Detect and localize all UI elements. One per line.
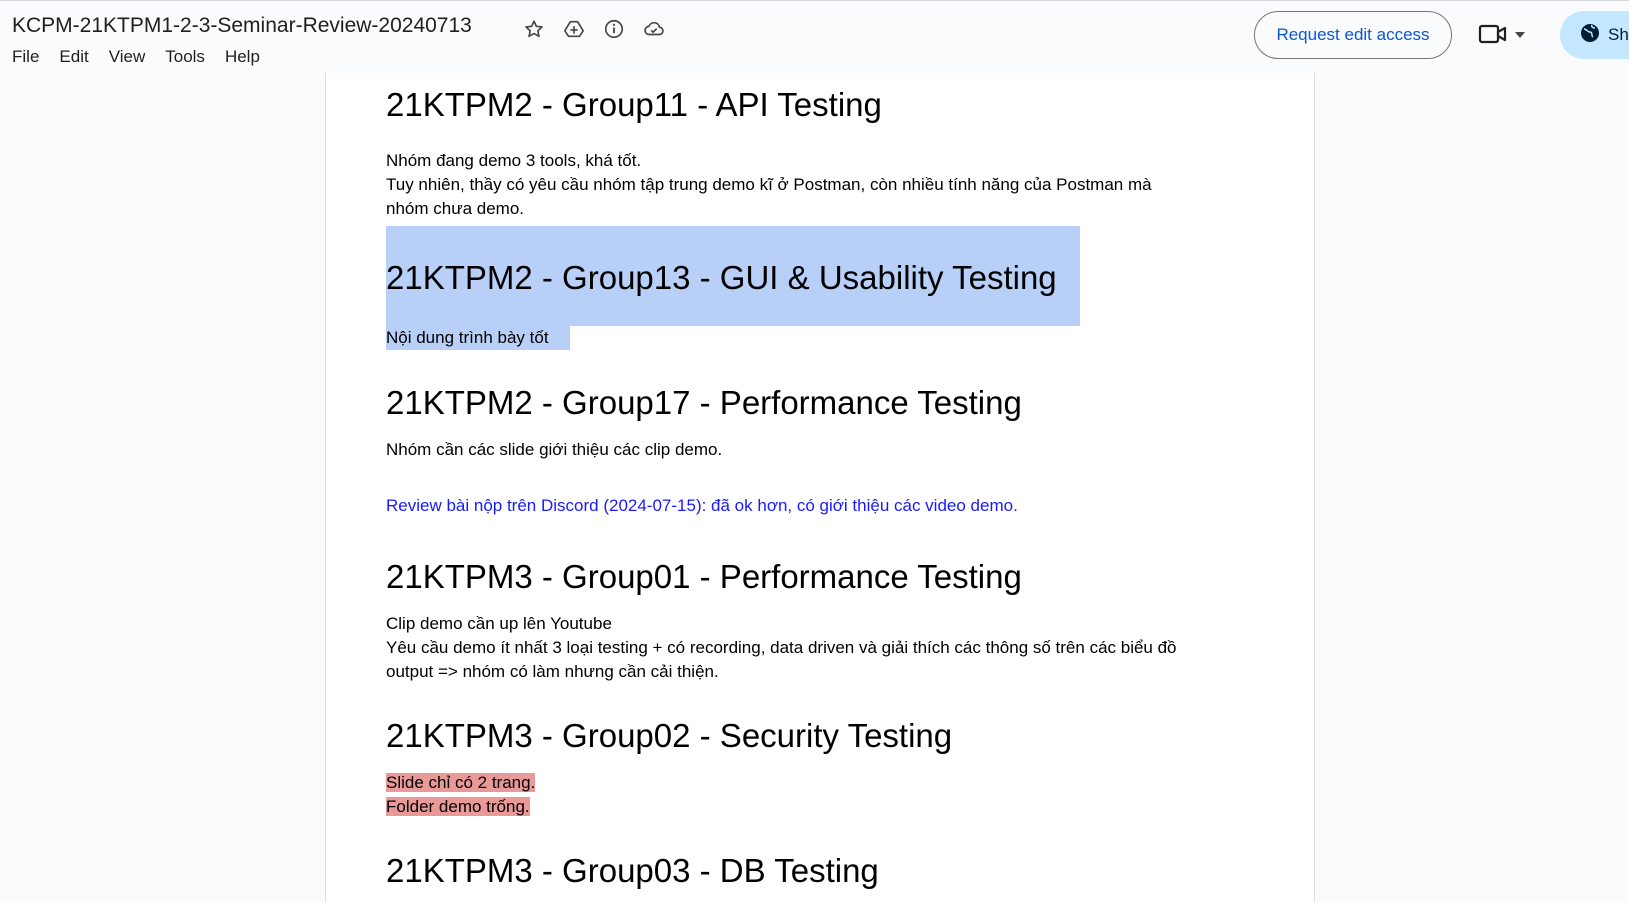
- paragraph-line: nhóm chưa demo.: [386, 199, 525, 218]
- chevron-down-icon: [1514, 27, 1526, 45]
- share-label: Sh: [1608, 25, 1629, 44]
- meet-button[interactable]: [1478, 19, 1538, 53]
- paragraph-line: Tuy nhiên, thầy có yêu cầu nhóm tập trun…: [386, 175, 1152, 194]
- paragraph-line: Folder demo trống.: [386, 795, 530, 819]
- paragraph-line: output => nhóm có làm nhưng cần cải thiệ…: [386, 662, 719, 681]
- request-edit-access-button[interactable]: Request edit access: [1254, 11, 1452, 59]
- cloud-saved-icon[interactable]: [638, 15, 670, 43]
- heading-group03: 21KTPM3 - Group03 - DB Testing: [386, 852, 879, 889]
- menu-view[interactable]: View: [109, 47, 156, 67]
- info-icon[interactable]: [598, 15, 630, 43]
- heading-group01: 21KTPM3 - Group01 - Performance Testing: [386, 558, 1022, 595]
- menu-edit[interactable]: Edit: [59, 47, 98, 67]
- document-page[interactable]: 21KTPM2 - Group11 - API Testing Nhóm đan…: [325, 73, 1315, 902]
- title-icons: [518, 15, 670, 43]
- star-icon[interactable]: [518, 15, 550, 43]
- paragraph-line: Nội dung trình bày tốt: [386, 328, 549, 347]
- move-to-drive-icon[interactable]: [558, 15, 590, 43]
- document-title[interactable]: KCPM-21KTPM1-2-3-Seminar-Review-20240713: [12, 14, 472, 38]
- red-highlight-text: Folder demo trống.: [386, 797, 530, 816]
- heading-group02: 21KTPM3 - Group02 - Security Testing: [386, 717, 953, 754]
- red-highlight-text: Slide chỉ có 2 trang.: [386, 773, 536, 792]
- menu-help[interactable]: Help: [225, 47, 270, 67]
- paragraph-line: Nhóm đang demo 3 tools, khá tốt.: [386, 151, 642, 170]
- video-camera-icon: [1478, 22, 1508, 51]
- paragraph-line: Nhóm cần các slide giới thiệu các clip d…: [386, 440, 723, 459]
- heading-group13: 21KTPM2 - Group13 - GUI & Usability Test…: [386, 259, 1057, 296]
- document-canvas[interactable]: 21KTPM2 - Group11 - API Testing Nhóm đan…: [0, 73, 1629, 902]
- menu-tools[interactable]: Tools: [165, 47, 215, 67]
- docs-header: KCPM-21KTPM1-2-3-Seminar-Review-20240713…: [0, 0, 1629, 73]
- heading-group11: 21KTPM2 - Group11 - API Testing: [386, 86, 882, 123]
- globe-icon: [1580, 23, 1600, 48]
- menu-file[interactable]: File: [12, 47, 49, 67]
- review-note: Review bài nộp trên Discord (2024-07-15)…: [386, 496, 1018, 515]
- share-button[interactable]: Sh: [1560, 11, 1629, 59]
- paragraph-line: Slide chỉ có 2 trang.: [386, 771, 536, 795]
- menu-bar: File Edit View Tools Help: [12, 47, 280, 67]
- heading-group17: 21KTPM2 - Group17 - Performance Testing: [386, 384, 1022, 421]
- paragraph-line: Clip demo cần up lên Youtube: [386, 614, 612, 633]
- paragraph-line: Yêu cầu demo ít nhất 3 loại testing + có…: [386, 638, 1177, 657]
